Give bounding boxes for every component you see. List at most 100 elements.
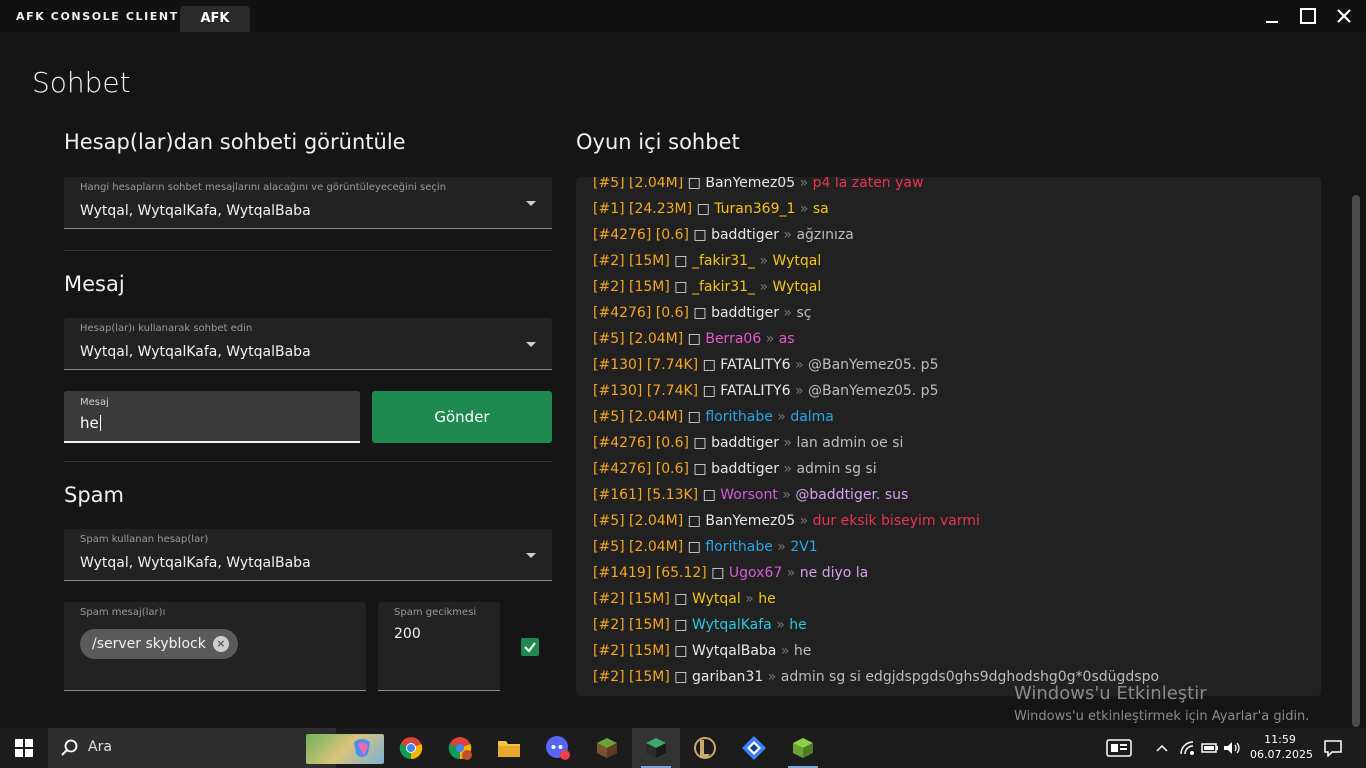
chat-separator: » <box>767 669 777 685</box>
chevron-down-icon <box>526 553 536 558</box>
activation-subtitle: Windows'u etkinleştirmek için Ayarlar'a … <box>1014 709 1310 724</box>
chat-line: [#5] [2.04M] □ florithabe » dalma <box>593 404 1313 430</box>
widgets-button[interactable] <box>1102 728 1136 768</box>
message-input-label: Mesaj <box>80 397 109 408</box>
chat-money: [0.6] <box>655 227 689 243</box>
chat-player-icon: □ <box>702 487 716 503</box>
league-app[interactable] <box>681 728 729 768</box>
chat-player-name: florithabe <box>705 409 773 425</box>
wifi-icon <box>1180 741 1194 755</box>
maximize-button[interactable] <box>1290 2 1326 30</box>
chrome-app[interactable] <box>387 728 435 768</box>
chat-message: Wytqal <box>772 253 822 269</box>
tab-afk[interactable]: AFK <box>180 6 250 32</box>
chat-separator: » <box>783 435 792 451</box>
chat-separator: » <box>745 591 754 607</box>
search-icon <box>61 739 78 756</box>
spam-delay-field[interactable]: Spam gecikmesi 200 <box>378 602 500 691</box>
launcher-app[interactable] <box>730 728 778 768</box>
volume-button[interactable] <box>1222 728 1242 768</box>
chrome-icon <box>399 737 423 760</box>
chrome-profile-app[interactable] <box>436 728 484 768</box>
chat-line: [#2] [15M] □ _fakir31_ » Wytqal <box>593 274 1313 300</box>
chat-message: admin sg si <box>796 461 877 477</box>
spam-delay-label: Spam gecikmesi <box>394 607 477 618</box>
discord-app[interactable] <box>534 728 582 768</box>
spam-accounts-select[interactable]: Spam kullanan hesap(lar) Wytqal, WytqalK… <box>64 529 552 581</box>
chat-separator: » <box>776 617 785 633</box>
file-explorer-app[interactable] <box>485 728 533 768</box>
afk-console-app[interactable] <box>632 728 680 768</box>
chat-rank: [#5] <box>593 409 625 425</box>
battery-button[interactable] <box>1200 728 1220 768</box>
chat-money: [15M] <box>629 253 670 269</box>
chat-player-icon: □ <box>702 357 716 373</box>
chat-title: Oyun içi sohbet <box>576 130 740 154</box>
send-button[interactable]: Gönder <box>372 391 552 443</box>
minecraft-launcher-app[interactable] <box>779 728 827 768</box>
chat-line: [#2] [15M] □ WytqalBaba » he <box>593 638 1313 664</box>
minecraft-app[interactable] <box>583 728 631 768</box>
chat-money: [0.6] <box>655 461 689 477</box>
spam-messages-field[interactable]: Spam mesaj(lar)ı /server skyblock × <box>64 602 366 691</box>
view-accounts-label: Hangi hesapların sohbet mesajlarını alac… <box>80 182 447 193</box>
chat-line: [#5] [2.04M] □ BanYemez05 » dur eksik bi… <box>593 508 1313 534</box>
chat-separator: » <box>799 201 809 217</box>
view-accounts-select[interactable]: Hangi hesapların sohbet mesajlarını alac… <box>64 177 552 229</box>
chat-money: [24.23M] <box>629 201 693 217</box>
chat-player-icon: □ <box>702 383 716 399</box>
close-button[interactable] <box>1326 2 1362 30</box>
chat-line: [#2] [15M] □ _fakir31_ » Wytqal <box>593 248 1313 274</box>
chat-player-icon: □ <box>674 669 688 685</box>
chat-message: 2V1 <box>790 539 818 555</box>
taskbar-search[interactable]: Ara <box>48 728 384 768</box>
chat-money: [15M] <box>629 669 670 685</box>
chat-message: he <box>789 617 807 633</box>
chat-player-name: Ugox67 <box>728 565 783 581</box>
minimize-icon <box>1266 21 1278 23</box>
chat-panel[interactable]: [#5] [2.04M] □ BanYemez05 » p4 la zaten … <box>576 177 1321 696</box>
chat-separator: » <box>799 513 809 529</box>
message-input[interactable]: Mesaj he <box>64 391 360 443</box>
chat-accounts-value: Wytqal, WytqalKafa, WytqalBaba <box>80 344 311 360</box>
tray-expand-button[interactable] <box>1152 728 1172 768</box>
wifi-button[interactable] <box>1178 728 1198 768</box>
chat-money: [7.74K] <box>646 383 699 399</box>
chat-player-icon: □ <box>687 513 701 529</box>
start-button[interactable] <box>0 728 48 768</box>
chat-player-icon: □ <box>693 435 707 451</box>
remove-chip-icon[interactable]: × <box>212 636 229 652</box>
message-input-value: he <box>80 414 101 432</box>
chat-separator: » <box>777 409 786 425</box>
divider <box>64 461 552 462</box>
chrome-profile-icon <box>448 737 472 760</box>
chat-money: [15M] <box>629 643 670 659</box>
spam-enabled-checkbox[interactable] <box>521 638 539 656</box>
chat-line: [#4276] [0.6] □ baddtiger » ağzınıza <box>593 222 1313 248</box>
spam-message-chip[interactable]: /server skyblock × <box>80 629 238 659</box>
close-icon <box>1337 9 1351 23</box>
copilot-app[interactable] <box>338 728 386 768</box>
chat-rank: [#5] <box>593 177 625 191</box>
chat-player-icon: □ <box>674 617 688 633</box>
chat-line: [#5] [2.04M] □ BanYemez05 » p4 la zaten … <box>593 177 1313 196</box>
maximize-icon <box>1300 8 1316 24</box>
minimize-button[interactable] <box>1254 2 1290 30</box>
chat-separator: » <box>759 253 769 269</box>
chat-line: [#130] [7.74K] □ FATALITY6 » @BanYemez05… <box>593 352 1313 378</box>
chat-line: [#2] [15M] □ WytqalKafa » he <box>593 612 1313 638</box>
chat-message: sa <box>812 201 829 217</box>
chat-rank: [#4276] <box>593 305 652 321</box>
windows-icon <box>15 739 33 757</box>
taskbar-clock[interactable]: 11:59 06.07.2025 <box>1250 732 1313 762</box>
scrollbar[interactable] <box>1352 195 1360 727</box>
chat-player-icon: □ <box>687 409 701 425</box>
chat-player-name: baddtiger <box>711 227 779 243</box>
chat-player-name: Wytqal <box>691 591 741 607</box>
chat-message: ağzınıza <box>796 227 854 243</box>
chat-player-name: baddtiger <box>711 461 779 477</box>
view-accounts-value: Wytqal, WytqalKafa, WytqalBaba <box>80 203 311 219</box>
chat-accounts-select[interactable]: Hesap(lar)ı kullanarak sohbet edin Wytqa… <box>64 318 552 370</box>
chat-player-name: gariban31 <box>691 669 764 685</box>
notifications-button[interactable] <box>1318 728 1348 768</box>
